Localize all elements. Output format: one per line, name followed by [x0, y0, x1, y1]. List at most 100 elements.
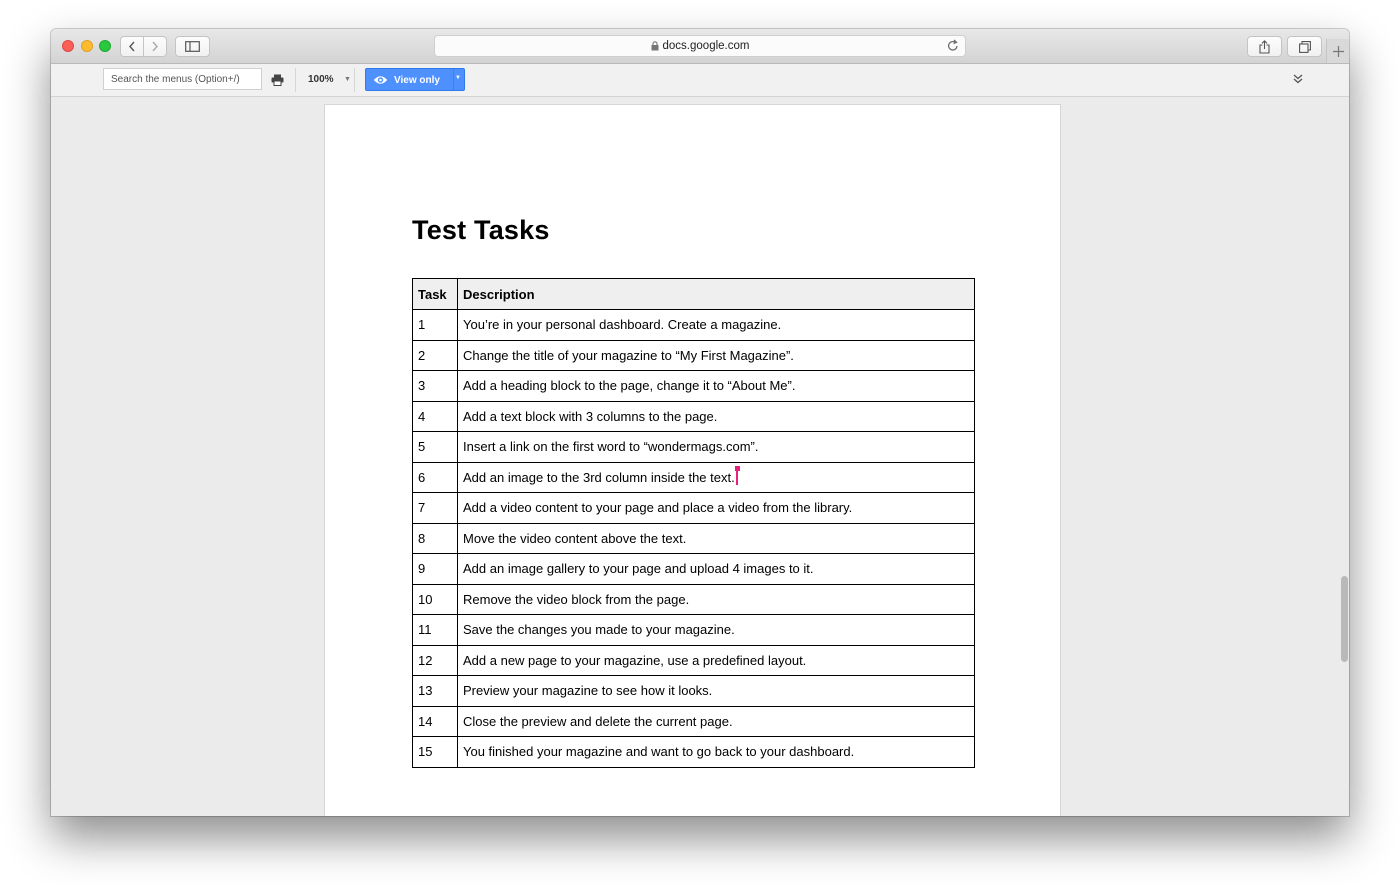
- view-mode-label: View only: [394, 75, 440, 86]
- sidebar-button[interactable]: [175, 36, 210, 57]
- task-description-cell: Add a new page to your magazine, use a p…: [457, 644, 975, 676]
- task-number-cell: 10: [412, 583, 458, 615]
- task-description-cell: Preview your magazine to see how it look…: [457, 675, 975, 707]
- task-description-cell: You’re in your personal dashboard. Creat…: [457, 309, 975, 341]
- task-number-cell: 11: [412, 614, 458, 646]
- task-number-cell: 4: [412, 400, 458, 432]
- toolbar-divider: [295, 68, 296, 92]
- table-row: 8 Move the video content above the text.: [412, 522, 975, 554]
- column-header: Task: [412, 278, 458, 310]
- table-row: 1 You’re in your personal dashboard. Crea…: [412, 309, 975, 341]
- task-number-cell: 7: [412, 492, 458, 524]
- collaborator-cursor: [734, 465, 740, 485]
- close-window-button[interactable]: [62, 40, 74, 52]
- reload-button[interactable]: [947, 39, 959, 55]
- table-row: 9 Add an image gallery to your page and u…: [412, 553, 975, 585]
- table-row: 7 Add a video content to your page and pl…: [412, 492, 975, 524]
- hide-menus-button[interactable]: [1293, 71, 1303, 89]
- table-row: 13 Preview your magazine to see how it lo…: [412, 675, 975, 707]
- table-header-row: Task Description: [412, 278, 975, 310]
- zoom-window-button[interactable]: [99, 40, 111, 52]
- task-description-text: Add a heading block to the page, change …: [463, 378, 796, 394]
- task-number-cell: 13: [412, 675, 458, 707]
- scrollbar-thumb[interactable]: [1341, 576, 1348, 662]
- task-description-text: Add an image to the 3rd column inside th…: [463, 469, 735, 485]
- tabs-overview-button[interactable]: [1287, 36, 1322, 57]
- minimize-window-button[interactable]: [81, 40, 93, 52]
- sidebar-icon: [185, 41, 200, 52]
- table-row: 6 Add an image to the 3rd column inside t…: [412, 461, 975, 493]
- task-number-cell: 14: [412, 705, 458, 737]
- menu-search-input[interactable]: Search the menus (Option+/): [103, 68, 262, 90]
- print-icon: [271, 74, 284, 86]
- double-chevron-icon: [1293, 74, 1303, 84]
- share-icon: [1259, 39, 1270, 54]
- lock-icon: [651, 41, 659, 51]
- caret-down-icon[interactable]: ▼: [344, 76, 351, 83]
- task-description-text: Remove the video block from the page.: [463, 591, 690, 607]
- share-button[interactable]: [1247, 36, 1282, 57]
- eye-icon: [373, 75, 388, 88]
- task-number-cell: 12: [412, 644, 458, 676]
- task-description-cell: Remove the video block from the page.: [457, 583, 975, 615]
- task-number-cell: 5: [412, 431, 458, 463]
- plus-icon: [1332, 45, 1344, 57]
- task-number-cell: 9: [412, 553, 458, 585]
- task-number-cell: 1: [412, 309, 458, 341]
- caret-down-icon[interactable]: ▼: [455, 75, 461, 81]
- tabs-icon: [1298, 40, 1311, 53]
- table-row: 5 Insert a link on the first word to “won…: [412, 431, 975, 463]
- task-number-cell: 2: [412, 339, 458, 371]
- task-description-cell: Move the video content above the text.: [457, 522, 975, 554]
- history-nav: [120, 36, 167, 57]
- task-number-cell: 15: [412, 736, 458, 768]
- table-row: 12 Add a new page to your magazine, use a…: [412, 644, 975, 676]
- title-bar: docs.google.com: [51, 29, 1349, 64]
- task-description-cell: Add an image gallery to your page and up…: [457, 553, 975, 585]
- task-description-cell: Save the changes you made to your magazi…: [457, 614, 975, 646]
- table-row: 14 Close the preview and delete the curre…: [412, 705, 975, 737]
- task-description-text: Preview your magazine to see how it look…: [463, 683, 713, 699]
- zoom-select[interactable]: 100%: [308, 74, 334, 85]
- forward-button[interactable]: [143, 37, 166, 56]
- chevron-left-icon: [129, 41, 135, 52]
- new-tab-button[interactable]: [1326, 39, 1349, 63]
- docs-toolbar: Search the menus (Option+/) 100% ▼ View …: [51, 64, 1349, 97]
- task-description-cell: Add a text block with 3 columns to the p…: [457, 400, 975, 432]
- task-description-text: Add a text block with 3 columns to the p…: [463, 408, 718, 424]
- table-row: 4 Add a text block with 3 columns to the …: [412, 400, 975, 432]
- table-row: 2 Change the title of your magazine to “M…: [412, 339, 975, 371]
- address-bar[interactable]: docs.google.com: [434, 35, 966, 57]
- task-description-text: Insert a link on the first word to “wond…: [463, 439, 759, 455]
- task-description-cell: Add an image to the 3rd column inside th…: [457, 461, 975, 493]
- back-button[interactable]: [121, 37, 143, 56]
- view-mode-button[interactable]: View only ▼: [365, 68, 465, 91]
- task-number-cell: 6: [412, 461, 458, 493]
- task-description-text: Save the changes you made to your magazi…: [463, 622, 735, 638]
- task-number-cell: 3: [412, 370, 458, 402]
- task-description-text: Add an image gallery to your page and up…: [463, 561, 814, 577]
- task-description-cell: Close the preview and delete the current…: [457, 705, 975, 737]
- table-row: 15 You finished your magazine and want to…: [412, 736, 975, 768]
- task-number-cell: 8: [412, 522, 458, 554]
- task-description-text: Move the video content above the text.: [463, 530, 687, 546]
- url-text: docs.google.com: [662, 40, 750, 52]
- task-description-cell: You finished your magazine and want to g…: [457, 736, 975, 768]
- task-description-text: Close the preview and delete the current…: [463, 713, 733, 729]
- task-description-cell: Change the title of your magazine to “My…: [457, 339, 975, 371]
- table-row: 3 Add a heading block to the page, change…: [412, 370, 975, 402]
- page-title: Test Tasks: [412, 215, 550, 245]
- task-description-cell: Add a heading block to the page, change …: [457, 370, 975, 402]
- column-header: Description: [457, 278, 975, 310]
- chevron-right-icon: [152, 41, 158, 52]
- task-description-cell: Add a video content to your page and pla…: [457, 492, 975, 524]
- print-button[interactable]: [271, 73, 284, 91]
- document-page: Test Tasks Task Description 1 You’re in y…: [324, 104, 1061, 816]
- task-description-text: You’re in your personal dashboard. Creat…: [463, 317, 782, 333]
- view-mode-divider: [453, 69, 454, 90]
- task-description-text: Change the title of your magazine to “My…: [463, 347, 794, 363]
- document-viewport[interactable]: Test Tasks Task Description 1 You’re in y…: [51, 97, 1349, 816]
- task-description-text: Add a video content to your page and pla…: [463, 500, 853, 516]
- task-description-text: Add a new page to your magazine, use a p…: [463, 652, 807, 668]
- table-row: 11 Save the changes you made to your maga…: [412, 614, 975, 646]
